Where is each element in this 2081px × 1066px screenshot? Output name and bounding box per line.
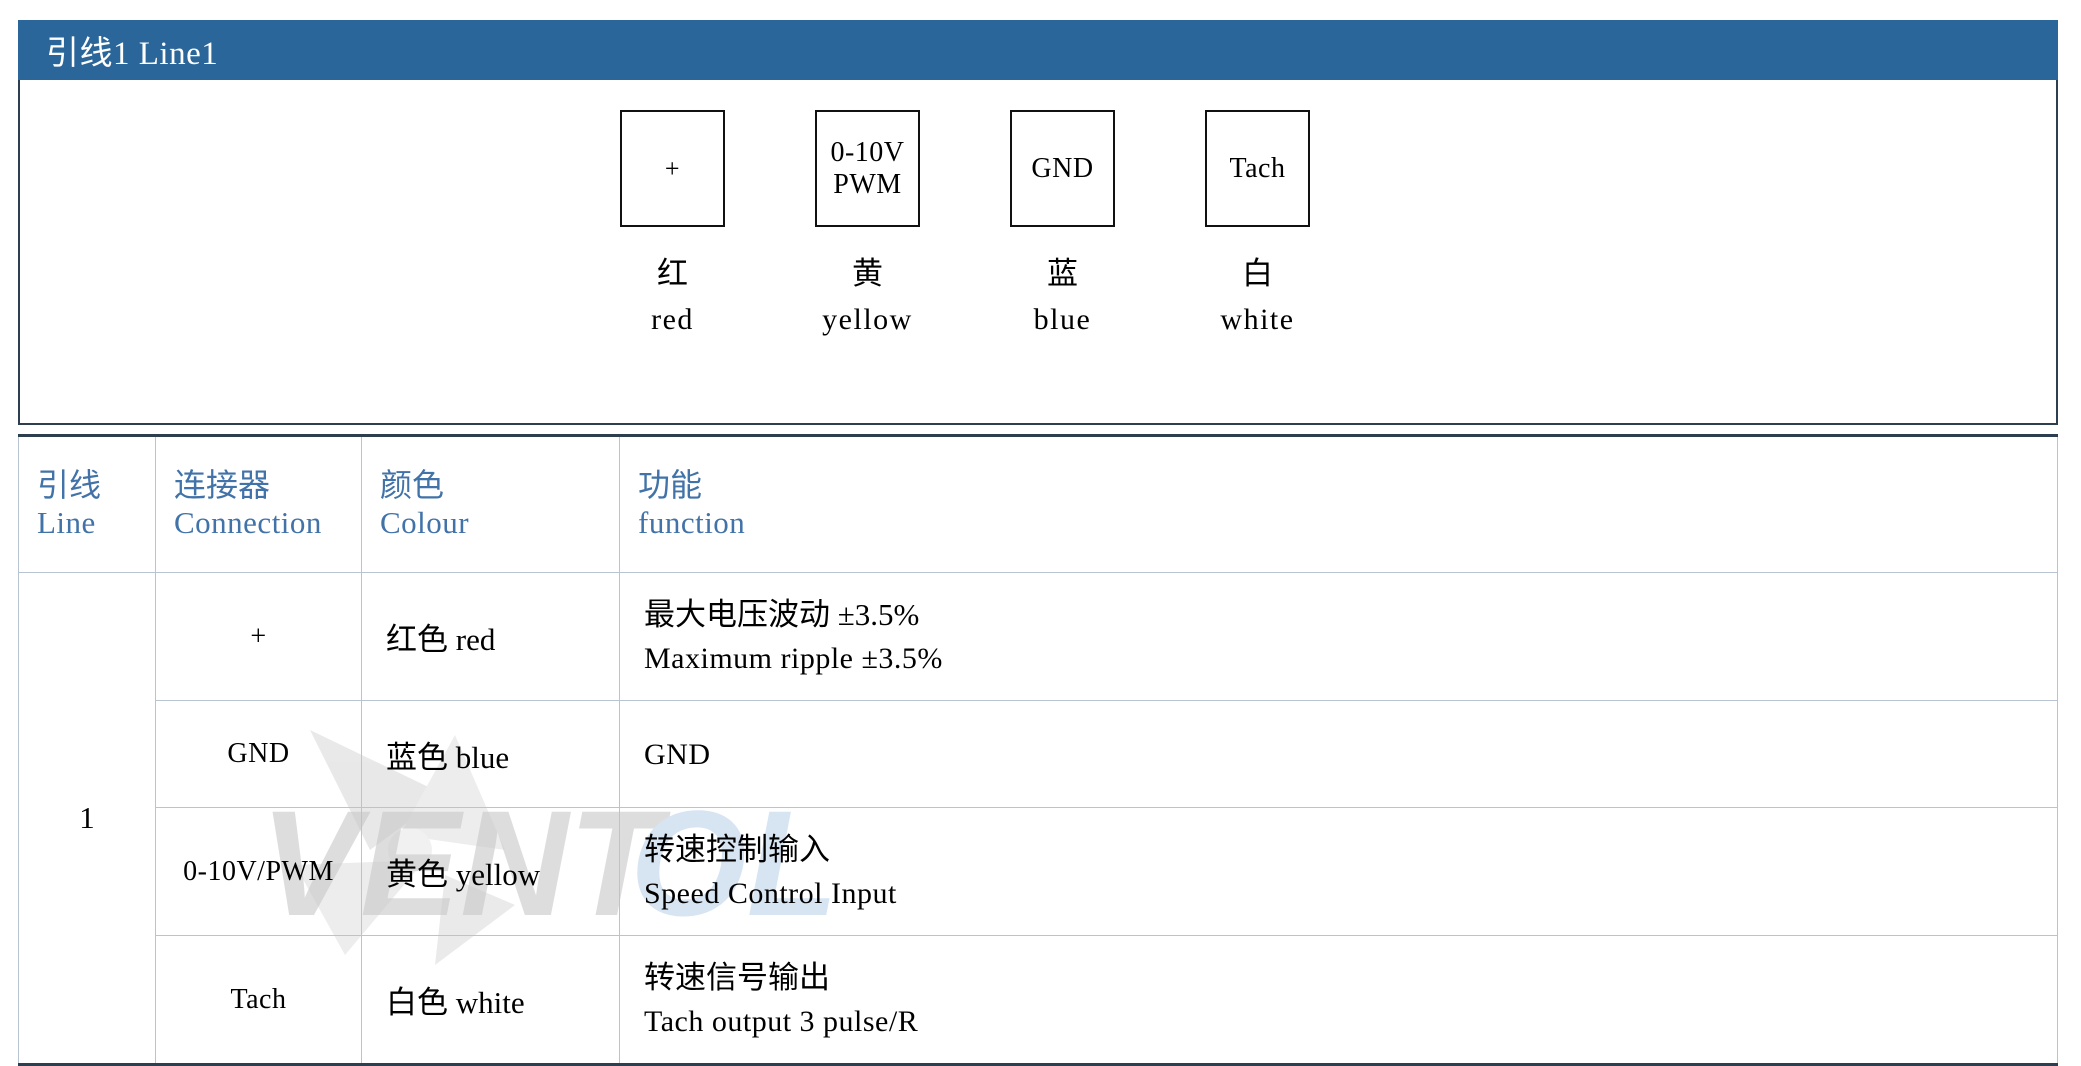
table-row: Tach 白色 white 转速信号输出 Tach output 3 pulse… xyxy=(19,935,2058,1066)
connector-colour-en: red xyxy=(651,303,694,337)
connector-colour-cn: 白 xyxy=(1242,256,1273,291)
connector-box-label: Tach xyxy=(1229,152,1286,184)
pinout-table: 引线 Line 连接器 Connection 颜色 Colour 功能 func… xyxy=(18,434,2058,1066)
row-colour: 黄色 yellow xyxy=(361,807,620,936)
connector-box-label: GND xyxy=(1031,152,1094,184)
row-colour: 白色 white xyxy=(361,935,620,1066)
row-function-cn: 转速控制输入 xyxy=(644,831,830,867)
connector-colour-cn: 黄 xyxy=(852,256,883,291)
section-banner: 引线1 Line1 xyxy=(18,20,2058,80)
header-cell-connection: 连接器 Connection xyxy=(155,434,362,573)
connector-diagram-panel: + 红 red 0-10V PWM 黄 yellow GND 蓝 blue Ta… xyxy=(18,80,2058,425)
connector-box-label-line1: 0-10V xyxy=(830,137,905,169)
connector-colour-en: blue xyxy=(1033,303,1092,337)
connector-colour-en: yellow xyxy=(822,303,913,337)
connector-box-gnd: GND xyxy=(1010,110,1115,227)
table-row: 1 + 红色 red 最大电压波动 ±3.5% Maximum ripple ±… xyxy=(18,572,2058,1066)
row-colour: 红色 red xyxy=(361,572,620,701)
connector-red: + 红 red xyxy=(610,110,735,339)
row-function-en: Tach output 3 pulse/R xyxy=(644,1005,919,1039)
connector-blue: GND 蓝 blue xyxy=(1000,110,1125,339)
header-connection-en: Connection xyxy=(174,505,322,541)
row-function-cn: 转速信号输出 xyxy=(644,959,830,995)
header-connection-cn: 连接器 xyxy=(174,467,271,504)
header-line-en: Line xyxy=(37,505,96,541)
connector-box-label-line2: PWM xyxy=(833,168,902,200)
header-function-en: function xyxy=(638,505,746,541)
header-colour-en: Colour xyxy=(380,505,470,541)
connector-colour-cn: 蓝 xyxy=(1047,256,1078,291)
connector-yellow: 0-10V PWM 黄 yellow xyxy=(805,110,930,339)
row-function-en: GND xyxy=(644,737,711,771)
connector-colour-en: white xyxy=(1220,303,1295,337)
header-cell-line: 引线 Line xyxy=(18,434,156,573)
row-function: 最大电压波动 ±3.5% Maximum ripple ±3.5% xyxy=(619,572,2058,701)
row-function: 转速信号输出 Tach output 3 pulse/R xyxy=(619,935,2058,1066)
header-colour-cn: 颜色 xyxy=(380,467,445,504)
row-function-en: Speed Control Input xyxy=(644,877,897,911)
row-connection: Tach xyxy=(155,935,362,1066)
connector-caption: 蓝 blue xyxy=(1034,254,1092,339)
connector-caption: 黄 yellow xyxy=(822,254,913,339)
datasheet-page: VENT OL 引线1 Line1 + 红 red 0-10V PWM 黄 ye… xyxy=(0,0,2081,1066)
connector-row: + 红 red 0-10V PWM 黄 yellow GND 蓝 blue Ta… xyxy=(610,110,1320,339)
connector-box-plus: + xyxy=(620,110,725,227)
table-row: 0-10V/PWM 黄色 yellow 转速控制输入 Speed Control… xyxy=(19,807,2058,936)
connector-box-tach: Tach xyxy=(1205,110,1310,227)
connector-caption: 白 white xyxy=(1220,254,1294,339)
row-connection: 0-10V/PWM xyxy=(155,807,362,936)
row-function-cn: 最大电压波动 ±3.5% xyxy=(644,596,920,632)
line-number-cell: 1 xyxy=(18,572,156,1066)
header-function-cn: 功能 xyxy=(638,467,703,504)
connector-box-pwm: 0-10V PWM xyxy=(815,110,920,227)
row-function: 转速控制输入 Speed Control Input xyxy=(619,807,2058,936)
header-cell-function: 功能 function xyxy=(619,434,2058,573)
page-title: 引线1 Line1 xyxy=(46,36,219,72)
connector-caption: 红 red xyxy=(651,254,694,339)
connector-colour-cn: 红 xyxy=(657,256,688,291)
table-header-row: 引线 Line 连接器 Connection 颜色 Colour 功能 func… xyxy=(18,434,2058,573)
table-row: GND 蓝色 blue GND xyxy=(19,700,2058,808)
connector-box-label: + xyxy=(664,153,681,183)
row-connection: GND xyxy=(155,700,362,808)
row-function-en: Maximum ripple ±3.5% xyxy=(644,642,943,676)
row-function: GND xyxy=(619,700,2058,808)
row-colour: 蓝色 blue xyxy=(361,700,620,808)
row-connection: + xyxy=(155,572,362,701)
connector-white: Tach 白 white xyxy=(1195,110,1320,339)
header-line-cn: 引线 xyxy=(37,467,102,504)
header-cell-colour: 颜色 Colour xyxy=(361,434,620,573)
